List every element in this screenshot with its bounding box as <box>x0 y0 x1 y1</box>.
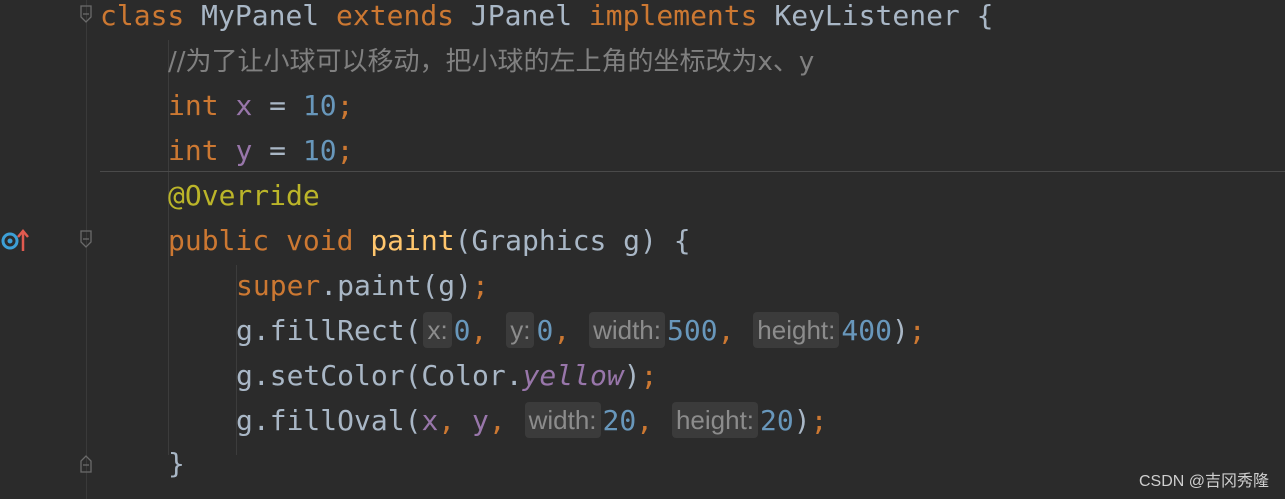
param-hint-x: x: <box>423 312 452 348</box>
param-hint-width: width: <box>589 312 665 348</box>
number-literal: 0 <box>453 314 471 347</box>
static-field-yellow: yellow <box>522 359 624 392</box>
number-literal: 0 <box>536 314 554 347</box>
keyword-int: int <box>168 134 219 167</box>
call-prefix: g.setColor(Color. <box>236 359 523 392</box>
code-line-annotation[interactable]: @Override <box>168 173 320 218</box>
code-line-field-x[interactable]: int x = 10; <box>168 83 353 128</box>
keyword-int: int <box>168 89 219 122</box>
fold-marker-icon[interactable] <box>78 5 94 25</box>
assign-operator: = <box>269 134 287 167</box>
keyword-class: class <box>100 0 185 32</box>
param-hint-height: height: <box>671 402 759 438</box>
call-prefix: g.fillRect( <box>236 314 422 347</box>
field-x: x <box>235 89 253 122</box>
semicolon: ; <box>810 404 828 437</box>
code-line-class-declaration[interactable]: class MyPanel extends JPanel implements … <box>100 0 994 38</box>
param-hint-width: width: <box>524 402 601 438</box>
number-literal: 500 <box>666 314 718 347</box>
interface-name: KeyListener <box>774 0 960 32</box>
close-brace: } <box>168 447 185 480</box>
comma: , <box>717 314 735 347</box>
method-name: paint <box>370 224 455 257</box>
call-prefix: g.fillOval( <box>236 404 422 437</box>
fold-marker-icon[interactable] <box>78 453 94 473</box>
method-params: (Graphics g) { <box>454 224 691 257</box>
fold-marker-icon[interactable] <box>78 230 94 250</box>
keyword-void: void <box>286 224 354 257</box>
class-name: MyPanel <box>201 0 320 32</box>
comma: , <box>470 314 488 347</box>
semicolon: ; <box>336 134 354 167</box>
number-literal: 20 <box>602 404 637 437</box>
keyword-extends: extends <box>336 0 455 32</box>
semicolon: ; <box>640 359 658 392</box>
param-hint-y: y: <box>506 312 535 348</box>
comma: , <box>636 404 654 437</box>
code-line-fillrect[interactable]: g.fillRect(x: 0, y: 0, width: 500, height: 4… <box>236 308 926 353</box>
arg-x: x <box>421 404 439 437</box>
annotation-override: @Override <box>168 179 320 212</box>
field-y: y <box>235 134 253 167</box>
comma: , <box>488 404 506 437</box>
code-line-super-call[interactable]: super.paint(g); <box>236 263 489 308</box>
arg-y: y <box>472 404 489 437</box>
number-literal: 400 <box>841 314 892 347</box>
code-line-setcolor[interactable]: g.setColor(Color.yellow); <box>236 353 657 398</box>
open-brace: { <box>976 0 994 32</box>
comma: , <box>553 314 571 347</box>
csdn-watermark: CSDN @吉冈秀隆 <box>1138 473 1269 490</box>
param-hint-height: height: <box>753 312 840 348</box>
number-literal: 10 <box>302 89 337 122</box>
super-call-rest: .paint(g) <box>320 269 473 302</box>
semicolon: ; <box>472 269 489 302</box>
assign-operator: = <box>269 89 287 122</box>
keyword-implements: implements <box>588 0 758 32</box>
number-literal: 20 <box>760 404 794 437</box>
code-line-method-declaration[interactable]: public void paint(Graphics g) { <box>168 218 691 263</box>
comment-text: //为了让小球可以移动，把小球的左上角的坐标改为x、y <box>168 47 815 77</box>
comma: , <box>438 404 456 437</box>
code-line-field-y[interactable]: int y = 10; <box>168 128 353 173</box>
semicolon: ; <box>336 89 354 122</box>
semicolon: ; <box>908 314 926 347</box>
call-suffix: ) <box>891 314 909 347</box>
keyword-public: public <box>168 224 270 257</box>
keyword-super: super <box>236 269 321 302</box>
code-line-close-brace[interactable]: } <box>168 441 185 486</box>
override-method-icon[interactable] <box>0 228 36 254</box>
call-suffix: ) <box>793 404 811 437</box>
code-line-filloval[interactable]: g.fillOval(x, y, width: 20, height: 20); <box>236 398 827 443</box>
parent-class: JPanel <box>470 0 573 32</box>
number-literal: 10 <box>302 134 337 167</box>
call-suffix: ) <box>623 359 641 392</box>
code-line-comment[interactable]: //为了让小球可以移动，把小球的左上角的坐标改为x、y <box>168 38 814 83</box>
